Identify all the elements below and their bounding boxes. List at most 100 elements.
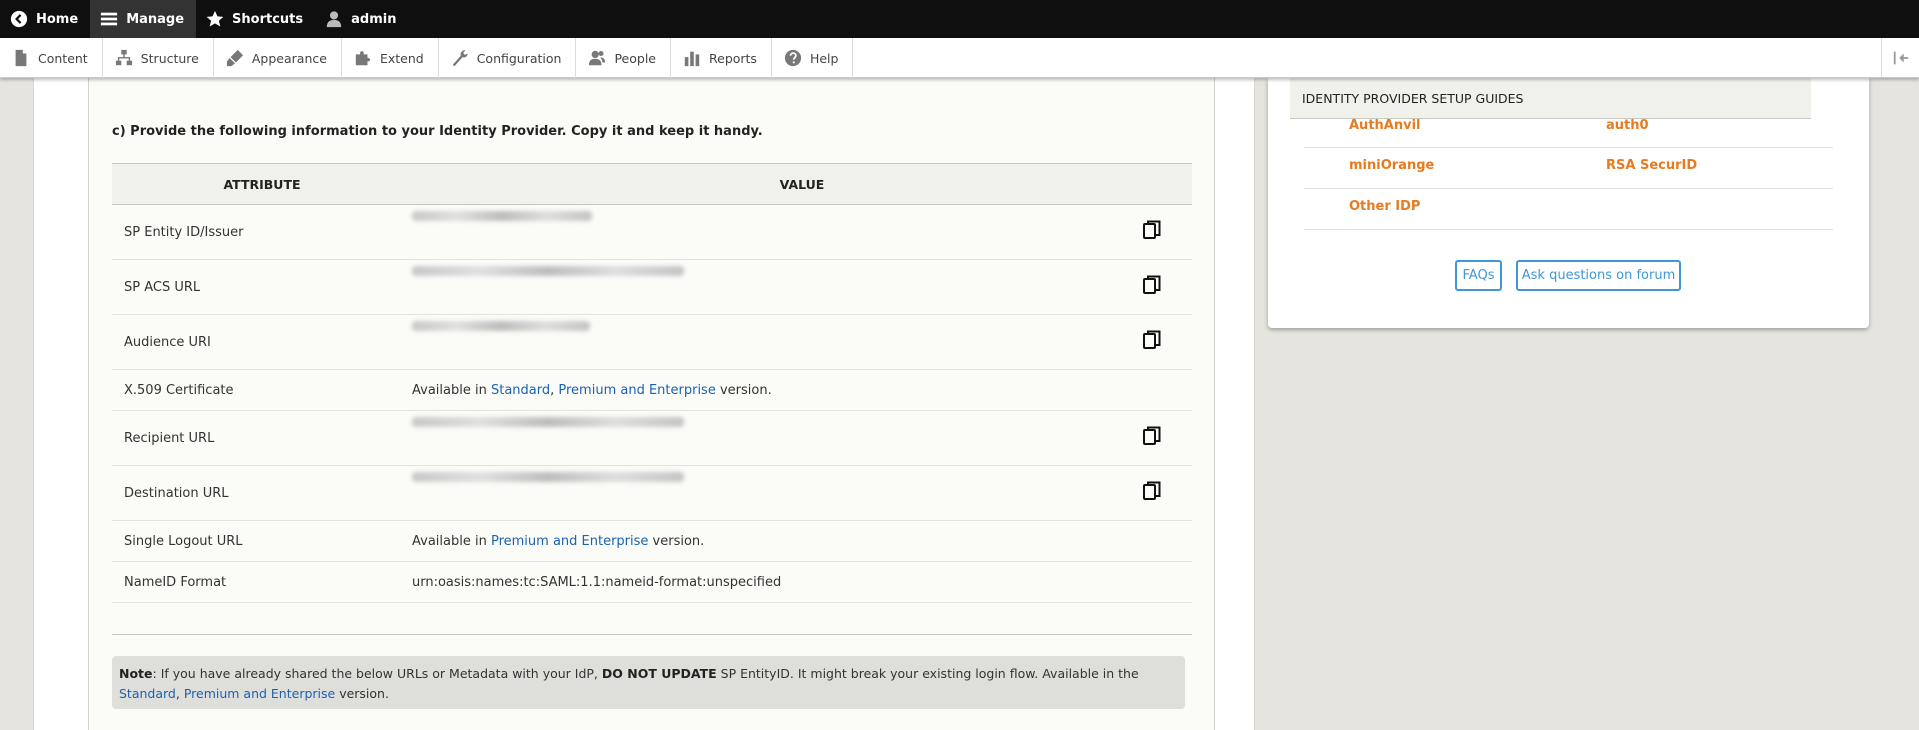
bar-chart-icon — [684, 51, 700, 67]
premium-enterprise-link[interactable]: Premium and Enterprise — [558, 383, 715, 398]
standard-link[interactable]: Standard — [491, 383, 550, 398]
file-icon — [15, 49, 27, 67]
note-label: Note — [119, 666, 153, 681]
toolbar-manage-label: Manage — [126, 11, 185, 27]
hamburger-icon — [100, 10, 118, 28]
back-circle-icon — [10, 10, 28, 28]
attribute-cell: Audience URI — [112, 314, 412, 370]
people-icon — [589, 50, 606, 66]
tray-item-people[interactable]: People — [576, 38, 671, 78]
provider-instruction: c) Provide the following information to … — [112, 124, 763, 139]
note-text: , — [175, 686, 184, 701]
table-row: Destination URL — [112, 465, 1192, 521]
obscured-value — [412, 416, 684, 427]
table-row: Single Logout URL Available in Premium a… — [112, 520, 1192, 562]
star-icon — [206, 10, 224, 28]
faqs-button[interactable]: FAQs — [1455, 260, 1502, 291]
guide-link-authanvil[interactable]: AuthAnvil — [1349, 118, 1421, 133]
table-row: SP ACS URL — [112, 259, 1192, 315]
guide-link-rsa-securid[interactable]: RSA SecurID — [1606, 158, 1697, 173]
admin-toolbar: Home Manage Shortcuts admin — [0, 0, 1919, 38]
tray-item-content[interactable]: Content — [0, 38, 103, 78]
guide-row-divider — [1304, 229, 1833, 230]
note-premium-enterprise-link[interactable]: Premium and Enterprise — [184, 686, 335, 701]
obscured-value — [412, 265, 684, 276]
value-cell — [412, 204, 1112, 260]
tray-item-label: People — [614, 50, 656, 66]
copy-cell — [1112, 314, 1192, 370]
table-row: SP Entity ID/Issuer — [112, 204, 1192, 260]
obscured-value — [412, 210, 592, 221]
value-text: version. — [715, 382, 772, 398]
value-cell — [412, 259, 1112, 315]
copy-icon[interactable] — [1143, 426, 1161, 446]
value-cell — [412, 410, 1112, 466]
tray-item-label: Help — [809, 50, 839, 66]
attribute-cell: Destination URL — [112, 465, 412, 521]
guide-row-divider — [1304, 147, 1833, 148]
note-text: : If you have already shared the below U… — [152, 666, 602, 681]
brush-icon — [226, 49, 243, 67]
tray-item-label: Reports — [709, 50, 757, 66]
note-strong: DO NOT UPDATE — [601, 666, 717, 681]
manage-tray: Content Structure Appearance Extend Conf… — [0, 38, 1919, 78]
guide-link-auth0[interactable]: auth0 — [1606, 118, 1649, 133]
guides-header: IDENTITY PROVIDER SETUP GUIDES — [1290, 78, 1811, 119]
tray-item-extend[interactable]: Extend — [342, 38, 439, 78]
collapse-left-icon — [1893, 51, 1908, 64]
toolbar-shortcuts-label: Shortcuts — [232, 11, 304, 27]
guide-link-other-idp[interactable]: Other IDP — [1349, 199, 1420, 214]
attribute-cell: Recipient URL — [112, 410, 412, 466]
value-text: version. — [648, 533, 705, 549]
toolbar-home[interactable]: Home — [0, 0, 90, 38]
note-text: version. — [335, 686, 389, 701]
tray-item-help[interactable]: Help — [772, 38, 854, 78]
premium-enterprise-link[interactable]: Premium and Enterprise — [491, 534, 648, 549]
copy-icon[interactable] — [1143, 220, 1161, 240]
toolbar-user-label: admin — [351, 11, 397, 27]
tray-item-appearance[interactable]: Appearance — [214, 38, 342, 78]
toolbar-home-label: Home — [36, 11, 79, 27]
table-header-row: ATTRIBUTE VALUE — [112, 163, 1192, 205]
obscured-value — [412, 320, 590, 331]
value-cell: Available in Standard, Premium and Enter… — [412, 369, 1192, 411]
header-attribute: ATTRIBUTE — [112, 163, 412, 205]
note-standard-link[interactable]: Standard — [119, 686, 176, 701]
copy-icon[interactable] — [1143, 330, 1161, 350]
note-box: Note: If you have already shared the bel… — [112, 656, 1185, 709]
sp-attribute-table: ATTRIBUTE VALUE SP Entity ID/Issuer SP A… — [112, 163, 1192, 603]
value-cell — [412, 465, 1112, 521]
attribute-cell: SP ACS URL — [112, 259, 412, 315]
toolbar-manage[interactable]: Manage — [90, 0, 197, 38]
forum-button[interactable]: Ask questions on forum — [1516, 260, 1681, 291]
toolbar-shortcuts[interactable]: Shortcuts — [196, 0, 315, 38]
puzzle-icon — [355, 51, 371, 66]
value-text: Available in — [412, 382, 491, 398]
header-value: VALUE — [412, 163, 1192, 205]
toolbar-user[interactable]: admin — [315, 0, 408, 38]
copy-cell — [1112, 410, 1192, 466]
table-row: Recipient URL — [112, 410, 1192, 466]
tray-item-label: Structure — [140, 50, 199, 66]
sitemap-icon — [115, 49, 132, 66]
copy-cell — [1112, 465, 1192, 521]
tray-item-label: Configuration — [476, 50, 562, 66]
obscured-value — [412, 471, 684, 482]
copy-icon[interactable] — [1143, 275, 1161, 295]
copy-icon[interactable] — [1143, 481, 1161, 501]
tray-item-label: Appearance — [251, 50, 327, 66]
value-cell: urn:oasis:names:tc:SAML:1.1:nameid-forma… — [412, 561, 1192, 603]
tray-item-structure[interactable]: Structure — [103, 38, 214, 78]
attribute-cell: Single Logout URL — [112, 520, 412, 562]
tray-orientation-toggle[interactable] — [1881, 38, 1919, 77]
tray-item-reports[interactable]: Reports — [671, 38, 772, 78]
copy-cell — [1112, 204, 1192, 260]
section-divider — [112, 634, 1192, 635]
guide-link-miniorange[interactable]: miniOrange — [1349, 158, 1434, 173]
guide-row-divider — [1304, 188, 1833, 189]
table-row: NameID Format urn:oasis:names:tc:SAML:1.… — [112, 561, 1192, 603]
value-cell: Available in Premium and Enterprise vers… — [412, 520, 1192, 562]
attribute-cell: X.509 Certificate — [112, 369, 412, 411]
table-row: Audience URI — [112, 314, 1192, 370]
tray-item-configuration[interactable]: Configuration — [439, 38, 577, 78]
